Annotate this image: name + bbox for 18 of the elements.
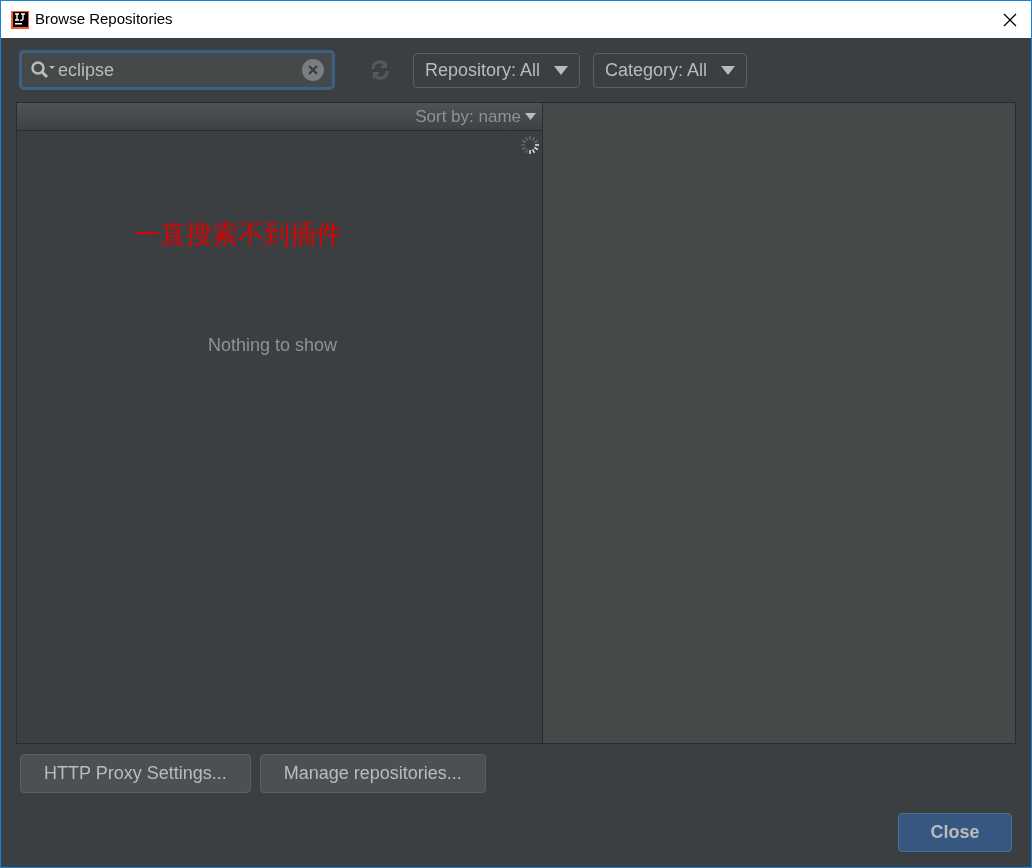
empty-message: Nothing to show [208,334,338,357]
search-field[interactable]: eclipse [19,50,335,90]
dropdown-arrow-icon [721,65,736,75]
refresh-icon[interactable] [369,59,391,81]
dropdown-arrow-icon [525,112,536,121]
window-title: Browse Repositories [35,9,173,30]
clear-icon[interactable] [302,59,324,81]
dropdown-arrow-icon [554,65,569,75]
filter-dropdown[interactable]: Category: All [593,52,748,88]
filter-dropdown[interactable]: Repository: All [413,52,581,88]
dialog-button[interactable]: HTTP Proxy Settings... [20,754,251,793]
close-button[interactable]: Close [898,813,1012,852]
search-icon [30,60,56,80]
search-input[interactable]: eclipse [58,56,300,84]
app-icon [11,10,29,29]
dialog-button[interactable]: Manage repositories... [259,754,486,793]
sort-header[interactable]: Sort by: name [17,103,542,131]
annotation-text: 一直搜索不到插件 [134,218,342,251]
